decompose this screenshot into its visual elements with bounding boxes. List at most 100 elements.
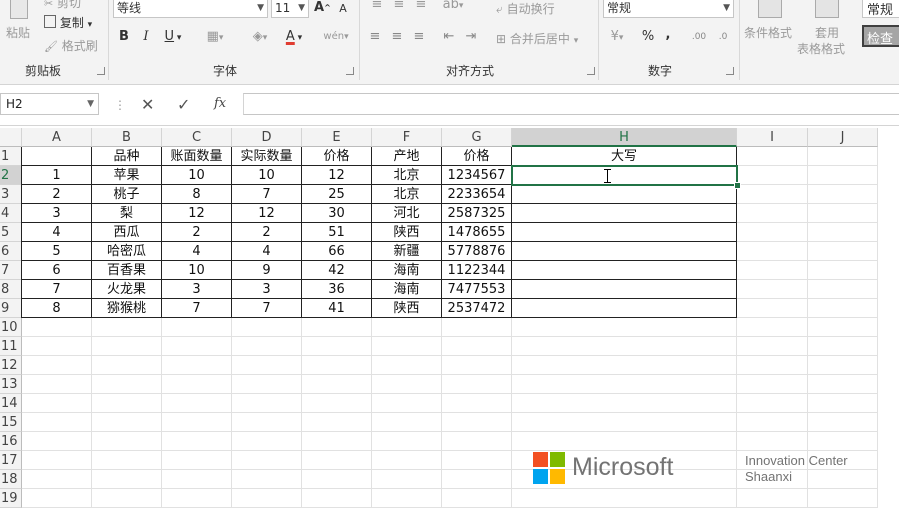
cell-b4[interactable]: 梨 [92,204,162,223]
column-header-b[interactable]: B [92,128,162,147]
row-header-10[interactable]: 10 [0,318,22,337]
cell-style-check[interactable]: 检查 [862,25,899,47]
column-header-e[interactable]: E [302,128,372,147]
cell-i12[interactable] [737,356,808,375]
cell-i19[interactable] [737,489,808,508]
row-header-6[interactable]: 6 [0,242,22,261]
cell-d7[interactable]: 9 [232,261,302,280]
cell-h12[interactable] [512,356,737,375]
cell-j11[interactable] [808,337,878,356]
conditional-format-button[interactable]: 条件格式 [744,0,796,44]
cell-b14[interactable] [92,394,162,413]
formula-input[interactable] [243,93,899,115]
cell-j19[interactable] [808,489,878,508]
cell-d6[interactable]: 4 [232,242,302,261]
cell-g5[interactable]: 1478655 [442,223,512,242]
cell-g3[interactable]: 2233654 [442,185,512,204]
align-bottom-icon[interactable]: ≡ [412,0,430,14]
cell-d10[interactable] [232,318,302,337]
cell-e18[interactable] [302,470,372,489]
decrease-font-icon[interactable]: A [336,0,350,18]
cell-j1[interactable] [808,147,878,166]
cell-e9[interactable]: 41 [302,299,372,318]
cell-a10[interactable] [22,318,92,337]
row-header-2[interactable]: 2 [0,166,22,185]
column-header-h[interactable]: H [512,128,737,147]
cell-h15[interactable] [512,413,737,432]
cell-j5[interactable] [808,223,878,242]
cell-c15[interactable] [162,413,232,432]
copy-button[interactable]: 复制 ▾ [44,14,92,31]
column-header-g[interactable]: G [442,128,512,147]
cell-c6[interactable]: 4 [162,242,232,261]
cell-g19[interactable] [442,489,512,508]
cell-c8[interactable]: 3 [162,280,232,299]
row-header-11[interactable]: 11 [0,337,22,356]
column-header-f[interactable]: F [372,128,442,147]
name-box[interactable]: H2 ▼ [0,93,99,115]
fill-color-icon[interactable]: ◈▾ [246,28,274,47]
cell-e12[interactable] [302,356,372,375]
cell-j15[interactable] [808,413,878,432]
cell-j12[interactable] [808,356,878,375]
cell-f3[interactable]: 北京 [372,185,442,204]
cell-a17[interactable] [22,451,92,470]
cell-f12[interactable] [372,356,442,375]
cell-f18[interactable] [372,470,442,489]
cell-h10[interactable] [512,318,737,337]
row-header-15[interactable]: 15 [0,413,22,432]
cell-d5[interactable]: 2 [232,223,302,242]
cell-g18[interactable] [442,470,512,489]
column-header-i[interactable]: I [737,128,808,147]
cell-a8[interactable]: 7 [22,280,92,299]
cell-a1[interactable] [22,147,92,166]
cell-a3[interactable]: 2 [22,185,92,204]
cut-button[interactable]: ✂ 剪切 [44,0,81,11]
orientation-icon[interactable]: ab▾ [440,0,466,15]
cell-h8[interactable] [512,280,737,299]
align-middle-icon[interactable]: ≡ [390,0,408,14]
cell-f19[interactable] [372,489,442,508]
cell-b2[interactable]: 苹果 [92,166,162,185]
cell-b11[interactable] [92,337,162,356]
cell-b10[interactable] [92,318,162,337]
cell-b9[interactable]: 猕猴桃 [92,299,162,318]
cell-e6[interactable]: 66 [302,242,372,261]
cell-style-normal[interactable]: 常规 [862,0,899,18]
row-header-4[interactable]: 4 [0,204,22,223]
cell-h6[interactable] [512,242,737,261]
cell-i9[interactable] [737,299,808,318]
cell-i16[interactable] [737,432,808,451]
bold-button[interactable]: B [116,28,132,46]
format-as-table-button[interactable]: 套用 表格格式 [797,0,857,56]
cell-h13[interactable] [512,375,737,394]
phonetic-icon[interactable]: wén▾ [322,28,350,46]
cell-g16[interactable] [442,432,512,451]
cell-e13[interactable] [302,375,372,394]
cell-f10[interactable] [372,318,442,337]
enter-icon[interactable]: ✓ [177,95,190,114]
cell-g14[interactable] [442,394,512,413]
cell-e7[interactable]: 42 [302,261,372,280]
row-header-5[interactable]: 5 [0,223,22,242]
cell-e14[interactable] [302,394,372,413]
row-header-17[interactable]: 17 [0,451,22,470]
cell-f11[interactable] [372,337,442,356]
cell-c1[interactable]: 账面数量 [162,147,232,166]
column-header-j[interactable]: J [808,128,878,147]
cell-c11[interactable] [162,337,232,356]
cell-a14[interactable] [22,394,92,413]
cell-f16[interactable] [372,432,442,451]
insert-function-icon[interactable]: fx [214,96,226,111]
cell-i11[interactable] [737,337,808,356]
cell-j8[interactable] [808,280,878,299]
cell-i4[interactable] [737,204,808,223]
cell-c17[interactable] [162,451,232,470]
cell-c18[interactable] [162,470,232,489]
cell-b7[interactable]: 百香果 [92,261,162,280]
cell-j18[interactable] [808,470,878,489]
cell-f13[interactable] [372,375,442,394]
cancel-icon[interactable]: ✕ [141,95,154,114]
cell-h5[interactable] [512,223,737,242]
row-header-19[interactable]: 19 [0,489,22,508]
